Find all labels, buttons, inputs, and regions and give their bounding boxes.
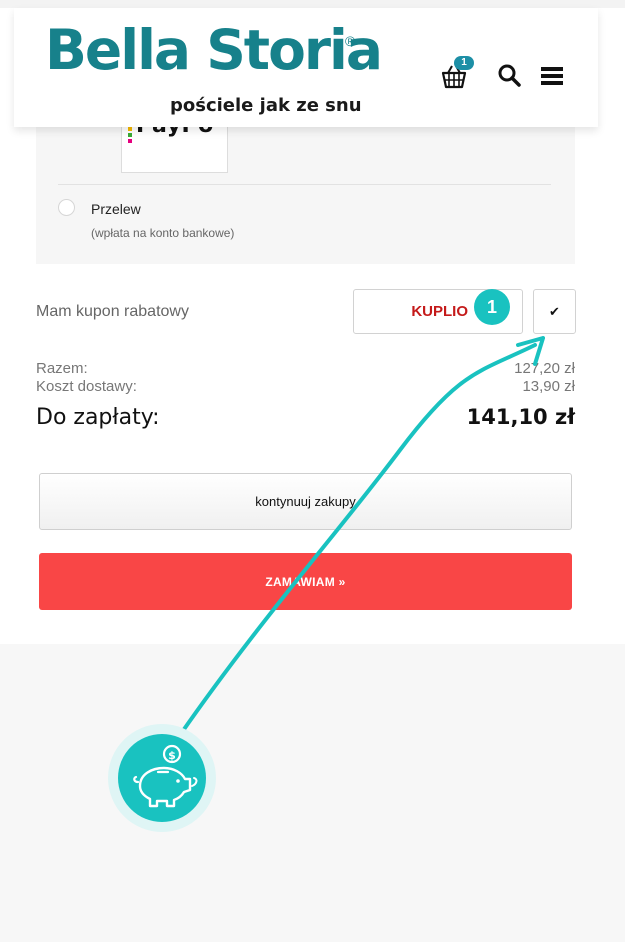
checkmark-icon: ✔: [549, 303, 560, 319]
shipping-value: 13,90 zł: [522, 378, 575, 395]
site-header: Bella Storia ® pościele jak ze snu 1: [14, 8, 598, 127]
coupon-apply-button[interactable]: ✔: [533, 289, 576, 334]
payment-divider: [58, 184, 551, 185]
logo-registered-mark: ®: [345, 33, 356, 49]
total-label: Do zapłaty:: [36, 405, 160, 430]
logo-title[interactable]: Bella Storia: [45, 23, 383, 78]
subtotal-label: Razem:: [36, 360, 88, 377]
cart-count-badge: 1: [454, 56, 474, 70]
hamburger-menu-icon[interactable]: [541, 67, 563, 87]
przelew-label[interactable]: Przelew: [91, 201, 141, 217]
przelew-note: (wpłata na konto bankowe): [91, 226, 235, 240]
step-number-badge: 1: [474, 289, 510, 325]
svg-text:$: $: [168, 749, 176, 762]
piggy-bank-coin-icon: $: [108, 724, 216, 832]
total-value: 141,10 zł: [466, 405, 575, 429]
paypo-logo-dots: [128, 127, 133, 143]
przelew-radio[interactable]: [58, 199, 75, 216]
search-icon[interactable]: [497, 63, 523, 89]
logo-tagline: pościele jak ze snu: [170, 95, 362, 116]
payment-methods-box: [36, 118, 575, 264]
coupon-label: Mam kupon rabatowy: [36, 303, 189, 320]
place-order-button[interactable]: ZAMAWIAM »: [39, 553, 572, 610]
shipping-label: Koszt dostawy:: [36, 378, 137, 395]
continue-shopping-button[interactable]: kontynuuj zakupy: [39, 473, 572, 530]
top-strip: [0, 0, 625, 8]
subtotal-value: 127,20 zł: [514, 360, 575, 377]
